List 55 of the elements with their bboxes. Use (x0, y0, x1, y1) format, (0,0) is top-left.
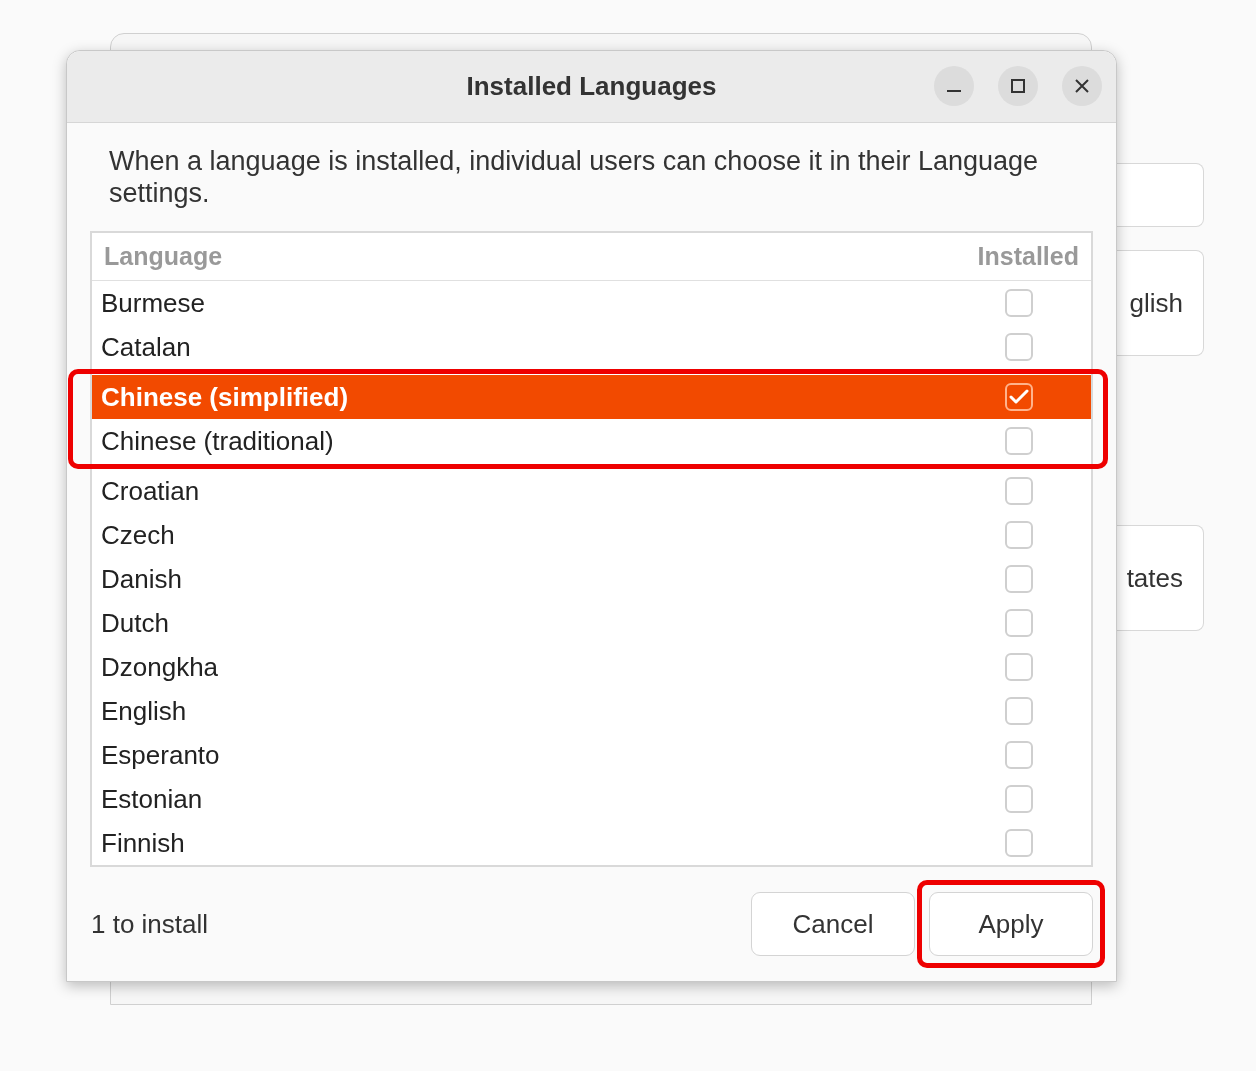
language-name: Chinese (traditional) (101, 425, 334, 457)
checkbox[interactable] (1005, 653, 1033, 681)
checkbox[interactable] (1005, 477, 1033, 505)
language-row[interactable]: Esperanto (92, 733, 1091, 777)
checkbox[interactable] (1005, 333, 1033, 361)
option-card[interactable]: glish (1117, 250, 1204, 356)
language-name: Finnish (101, 827, 185, 859)
dialog-button[interactable]: Apply (929, 892, 1093, 956)
maximize-icon (1010, 78, 1026, 94)
language-row[interactable]: Dutch (92, 601, 1091, 645)
checkbox[interactable] (1005, 697, 1033, 725)
language-row[interactable]: Estonian (92, 777, 1091, 821)
language-row[interactable]: Catalan (92, 325, 1091, 369)
checkbox[interactable] (1005, 565, 1033, 593)
language-name: Danish (101, 563, 182, 595)
checkbox[interactable] (1005, 741, 1033, 769)
language-row[interactable]: Finnish (92, 821, 1091, 865)
close-button[interactable] (1062, 66, 1102, 106)
option-card[interactable]: tates (1117, 525, 1204, 631)
language-name: Burmese (101, 287, 206, 319)
language-name: Estonian (101, 783, 203, 815)
checkbox[interactable] (1005, 289, 1033, 317)
language-row[interactable]: English (92, 689, 1091, 733)
dialog-button[interactable]: Cancel (751, 892, 915, 956)
minimize-icon (947, 90, 961, 92)
checkbox[interactable] (1005, 829, 1033, 857)
language-row[interactable]: Burmese (92, 281, 1091, 325)
option-label: glish (1129, 287, 1183, 319)
checkbox[interactable] (1005, 383, 1033, 411)
language-name: Croatian (101, 475, 200, 507)
language-row[interactable]: Dzongkha (92, 645, 1091, 689)
checkbox[interactable] (1005, 785, 1033, 813)
checkbox[interactable] (1005, 427, 1033, 455)
language-row[interactable]: Chinese (traditional) (92, 419, 1091, 463)
window-title: Installed Languages (466, 71, 717, 102)
option-label: tates (1126, 562, 1183, 594)
language-name: English (101, 695, 187, 727)
language-name: Dutch (101, 607, 169, 639)
language-row[interactable]: Czech (92, 513, 1091, 557)
maximize-button[interactable] (998, 66, 1038, 106)
language-name: Dzongkha (101, 651, 219, 683)
language-name: Catalan (101, 331, 191, 363)
language-row[interactable]: Croatian (92, 469, 1091, 513)
language-name: Czech (101, 519, 175, 551)
language-name: Esperanto (101, 739, 220, 771)
checkbox[interactable] (1005, 521, 1033, 549)
language-row[interactable]: Chinese (simplified) (92, 375, 1091, 419)
close-icon (1074, 78, 1090, 94)
checkbox[interactable] (1005, 609, 1033, 637)
minimize-button[interactable] (934, 66, 974, 106)
language-name: Chinese (simplified) (101, 381, 349, 413)
language-row[interactable]: Danish (92, 557, 1091, 601)
description-text: When a language is installed, individual users can choose it in their Language settings. (109, 145, 1040, 209)
status-text: 1 to install (91, 908, 209, 940)
text-field[interactable] (1117, 163, 1204, 227)
